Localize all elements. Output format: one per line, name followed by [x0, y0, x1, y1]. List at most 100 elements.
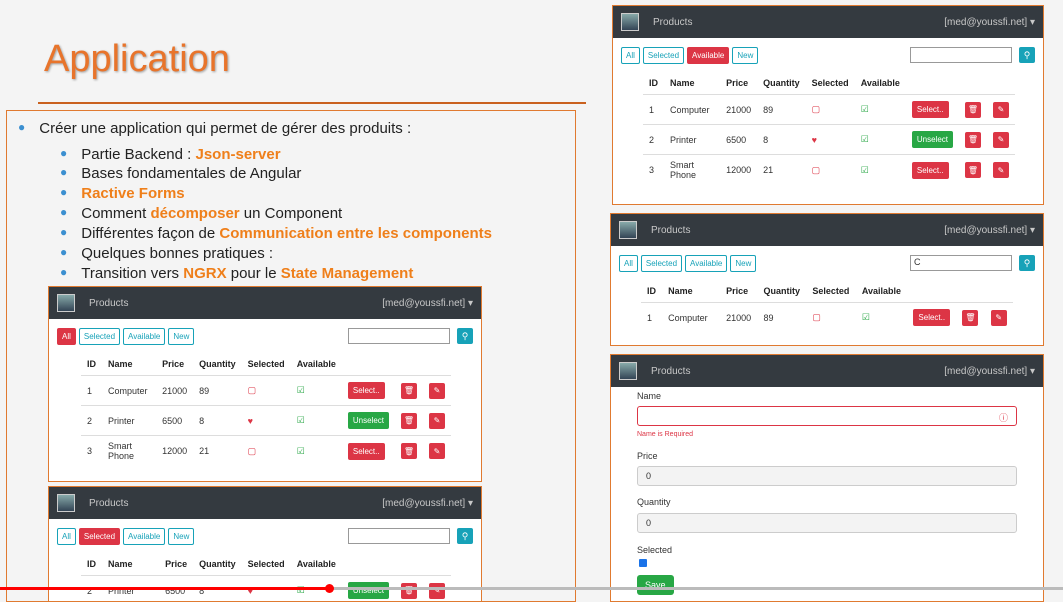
- quantity-field[interactable]: 0: [637, 513, 1017, 533]
- select-button[interactable]: Select..: [347, 382, 385, 399]
- brand-label: Products: [89, 297, 129, 309]
- column-header: Available: [860, 78, 900, 88]
- filter-selected-button[interactable]: Selected: [78, 527, 121, 545]
- new-button[interactable]: New: [168, 327, 195, 345]
- filter-all-button[interactable]: All: [57, 527, 76, 545]
- select-button[interactable]: Select..: [911, 101, 949, 118]
- filter-selected-button[interactable]: Selected: [642, 46, 685, 64]
- select-button[interactable]: Select..: [911, 161, 949, 179]
- user-menu[interactable]: [med@youssfi.net] ▾: [944, 17, 1035, 28]
- products-panel-selected: Products [med@youssfi.net] ▾ All Selecte…: [48, 486, 482, 602]
- select-button[interactable]: Select..: [913, 309, 951, 327]
- user-menu[interactable]: [med@youssfi.net] ▾: [382, 298, 473, 309]
- user-menu[interactable]: [med@youssfi.net] ▾: [944, 366, 1035, 377]
- delete-button[interactable]: 🗑: [401, 582, 417, 599]
- cell-price: 12000: [720, 154, 758, 185]
- products-table: ID Name Price Quantity Selected Available 1 Com…: [643, 72, 1015, 185]
- column-header: Available: [296, 559, 336, 569]
- user-menu[interactable]: [med@youssfi.net] ▾: [944, 225, 1035, 236]
- table-row: 2 Printer 6500 8 ♥ ☑ Unselect 🗑 ✎: [81, 405, 451, 436]
- delete-button[interactable]: 🗑: [401, 412, 417, 429]
- delete-button[interactable]: 🗑: [962, 309, 979, 326]
- empty-square-icon: ▢: [247, 385, 257, 395]
- search-input[interactable]: [348, 328, 450, 344]
- edit-button[interactable]: ✎: [993, 101, 1009, 118]
- price-label: Price: [637, 451, 658, 461]
- name-field[interactable]: ⓘ: [637, 406, 1017, 426]
- new-button[interactable]: New: [730, 254, 757, 272]
- column-header: Quantity: [763, 78, 800, 88]
- delete-button[interactable]: 🗑: [965, 131, 981, 148]
- video-progress-handle[interactable]: [325, 584, 334, 593]
- cell-id: 1: [81, 375, 102, 406]
- cell-selected: ♥: [241, 405, 291, 436]
- cell-selected: ▢: [805, 154, 855, 185]
- cell-price: 12000: [156, 435, 194, 466]
- edit-button[interactable]: ✎: [429, 412, 445, 429]
- check-square-icon: ☑: [861, 312, 870, 323]
- search-icon: ⚲: [1023, 49, 1031, 60]
- edit-button[interactable]: ✎: [990, 309, 1007, 326]
- cell-available: ☑: [855, 302, 908, 333]
- sub-bullet: ● Différentes façon de Communication entr…: [60, 225, 492, 242]
- unselect-button[interactable]: Unselect: [911, 131, 953, 148]
- bullet-icon: ●: [60, 245, 68, 259]
- sub-bullet: ● Quelques bonnes pratiques :: [60, 245, 273, 262]
- edit-button[interactable]: ✎: [993, 131, 1009, 148]
- sub-bullet: ● Comment décomposer un Component: [60, 205, 342, 222]
- plain-text: Partie Backend :: [81, 146, 196, 163]
- column-header: Quantity: [199, 359, 236, 369]
- unselect-button[interactable]: Unselect: [347, 412, 389, 429]
- filter-selected-button[interactable]: Selected: [78, 327, 121, 345]
- column-header: Name: [668, 286, 693, 296]
- delete-button[interactable]: 🗑: [965, 162, 981, 178]
- new-button[interactable]: New: [168, 527, 195, 545]
- edit-button[interactable]: ✎: [429, 582, 445, 599]
- search-button[interactable]: ⚲: [1019, 255, 1035, 271]
- sub-bullet-text: Comment décomposer un Component: [81, 205, 342, 222]
- table-header: ID Name Price Quantity Selected Available: [643, 72, 1015, 95]
- filter-available-button[interactable]: Available: [123, 327, 166, 345]
- search-input[interactable]: C: [910, 255, 1012, 271]
- sub-bullet: ● Ractive Forms: [60, 185, 185, 202]
- select-button[interactable]: Select..: [347, 442, 385, 460]
- user-menu[interactable]: [med@youssfi.net] ▾: [382, 498, 473, 509]
- edit-button[interactable]: ✎: [993, 162, 1009, 178]
- cell-available: ☑: [854, 154, 906, 185]
- filter-available-button[interactable]: Available: [687, 46, 730, 64]
- filter-all-button[interactable]: All: [619, 254, 638, 272]
- new-button[interactable]: New: [732, 46, 759, 64]
- edit-button[interactable]: ✎: [429, 443, 445, 459]
- sub-bullet-text: Bases fondamentales de Angular: [81, 165, 301, 182]
- filter-all-button[interactable]: All: [57, 327, 76, 345]
- delete-button[interactable]: 🗑: [401, 382, 417, 399]
- search-input[interactable]: [348, 528, 450, 544]
- filter-all-button[interactable]: All: [621, 46, 640, 64]
- cell-qty: 89: [193, 375, 242, 406]
- search-button[interactable]: ⚲: [457, 528, 473, 544]
- cell-selected: ♥: [805, 124, 855, 155]
- delete-button[interactable]: 🗑: [401, 443, 417, 459]
- cell-available: ☑: [854, 124, 906, 155]
- delete-button[interactable]: 🗑: [965, 101, 981, 118]
- unselect-button[interactable]: Unselect: [347, 582, 389, 600]
- cell-price: 21000: [720, 302, 758, 333]
- search-button[interactable]: ⚲: [1019, 47, 1035, 63]
- cell-action: ✎: [423, 435, 451, 466]
- bullet-icon: ●: [60, 146, 68, 160]
- search-button[interactable]: ⚲: [457, 328, 473, 344]
- column-header: Selected: [247, 559, 285, 569]
- filter-selected-button[interactable]: Selected: [640, 254, 683, 272]
- filter-available-button[interactable]: Available: [685, 254, 728, 272]
- filter-available-button[interactable]: Available: [123, 527, 166, 545]
- edit-button[interactable]: ✎: [429, 382, 445, 399]
- cell-name: Computer: [662, 302, 721, 333]
- selected-checkbox[interactable]: [639, 559, 647, 567]
- slide-title: Application: [44, 38, 230, 80]
- highlight-text: Communication entre les components: [219, 225, 492, 242]
- cell-action: Select..: [905, 94, 959, 125]
- search-input[interactable]: [910, 47, 1012, 63]
- price-field[interactable]: 0: [637, 466, 1017, 486]
- save-button[interactable]: Save: [637, 575, 674, 595]
- products-table: ID Name Price Quantity Selected Available 1 Com…: [81, 353, 451, 466]
